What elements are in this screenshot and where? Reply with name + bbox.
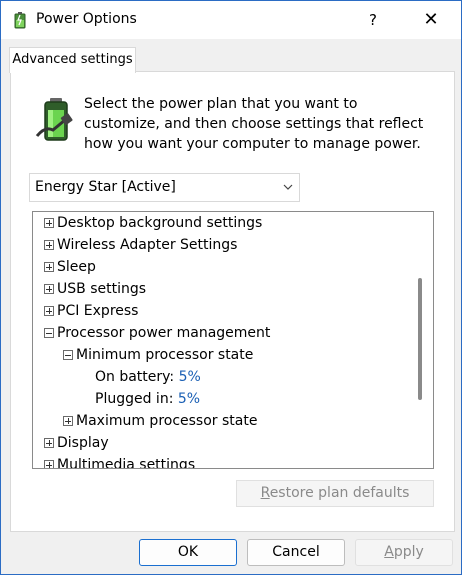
tree-item-label: USB settings (57, 278, 146, 300)
tree-item-value-link[interactable]: 5% (179, 369, 201, 385)
power-plan-dropdown[interactable]: Energy Star [Active] (29, 173, 300, 202)
ok-button[interactable]: OK (139, 539, 237, 566)
tree-item-label: Plugged in: 5% (95, 388, 200, 410)
tree-item-label: Minimum processor state (76, 344, 253, 366)
tree-item[interactable]: On battery: 5% (33, 366, 413, 388)
tree-item-value-link[interactable]: 5% (178, 391, 200, 407)
expand-icon[interactable] (44, 438, 54, 448)
tree-item-text: Plugged in: (95, 391, 174, 407)
tree-item[interactable]: PCI Express (33, 300, 413, 322)
tree-item-text: Minimum processor state (76, 347, 254, 363)
battery-plug-icon (35, 98, 73, 141)
power-options-dialog: Power Options ? ✕ Advanced settings Sele… (0, 0, 462, 575)
help-button[interactable]: ? (356, 5, 390, 35)
collapse-icon[interactable] (63, 350, 73, 360)
advanced-settings-panel: Select the power plan that you want to c… (10, 71, 455, 532)
restore-plan-defaults-button[interactable]: Restore plan defaults (236, 480, 434, 507)
tree-item-text: On battery: (95, 369, 175, 385)
tree-item[interactable]: USB settings (33, 278, 413, 300)
close-button[interactable]: ✕ (411, 5, 451, 35)
tree-item-text: Sleep (57, 259, 96, 275)
tree-item-label: Desktop background settings (57, 212, 262, 234)
expand-icon[interactable] (44, 284, 54, 294)
tree-item-text: PCI Express (57, 303, 139, 319)
tree-item-text: USB settings (57, 281, 147, 297)
restore-accelerator: R (260, 485, 270, 501)
tree-item[interactable]: Processor power management (33, 322, 413, 344)
tree-item[interactable]: Sleep (33, 256, 413, 278)
tree-item-text: Wireless Adapter Settings (57, 237, 238, 253)
tree-item-text: Desktop background settings (57, 215, 263, 231)
tree-item-label: Maximum processor state (76, 410, 257, 432)
tree-item-label: Wireless Adapter Settings (57, 234, 237, 256)
collapse-icon[interactable] (44, 328, 54, 338)
tree-item-label: Multimedia settings (57, 454, 196, 469)
expand-icon[interactable] (44, 262, 54, 272)
tree-item[interactable]: Multimedia settings (33, 454, 413, 469)
tree-item-label: PCI Express (57, 300, 138, 322)
expand-icon[interactable] (44, 460, 54, 468)
power-plan-selected-value: Energy Star [Active] (35, 179, 176, 195)
tree-item-text: Maximum processor state (76, 413, 258, 429)
scrollbar-thumb[interactable] (418, 278, 422, 400)
settings-tree[interactable]: Desktop background settings Wireless Adap… (32, 211, 434, 469)
tree-item-text: Multimedia settings (57, 457, 196, 469)
tree-item-label: On battery: 5% (95, 366, 201, 388)
cancel-button[interactable]: Cancel (247, 539, 345, 566)
expand-icon[interactable] (63, 416, 73, 426)
expand-icon[interactable] (44, 218, 54, 228)
tree-item[interactable]: Desktop background settings (33, 212, 413, 234)
tree-item-label: Display (57, 432, 109, 454)
settings-tree-items: Desktop background settings Wireless Adap… (33, 212, 413, 469)
chevron-down-icon (283, 184, 293, 190)
window-title: Power Options (36, 11, 137, 27)
restore-label-rest: estore plan defaults (269, 485, 410, 501)
expand-icon[interactable] (44, 306, 54, 316)
tree-item[interactable]: Maximum processor state (33, 410, 413, 432)
tree-item-text: Processor power management (57, 325, 271, 341)
tree-item[interactable]: Display (33, 432, 413, 454)
expand-icon[interactable] (44, 240, 54, 250)
intro-text: Select the power plan that you want to c… (84, 96, 424, 152)
title-bar[interactable]: Power Options ? ✕ (1, 1, 461, 39)
tree-item-text: Display (57, 435, 109, 451)
tab-advanced-settings[interactable]: Advanced settings (9, 47, 136, 73)
power-options-icon (14, 12, 26, 29)
apply-label-rest: pply (393, 544, 424, 560)
tree-item-label: Processor power management (57, 322, 270, 344)
apply-button[interactable]: Apply (355, 539, 453, 566)
tree-item-label: Sleep (57, 256, 96, 278)
apply-accelerator: A (384, 544, 394, 560)
tree-item[interactable]: Wireless Adapter Settings (33, 234, 413, 256)
tree-item[interactable]: Minimum processor state (33, 344, 413, 366)
tree-item[interactable]: Plugged in: 5% (33, 388, 413, 410)
